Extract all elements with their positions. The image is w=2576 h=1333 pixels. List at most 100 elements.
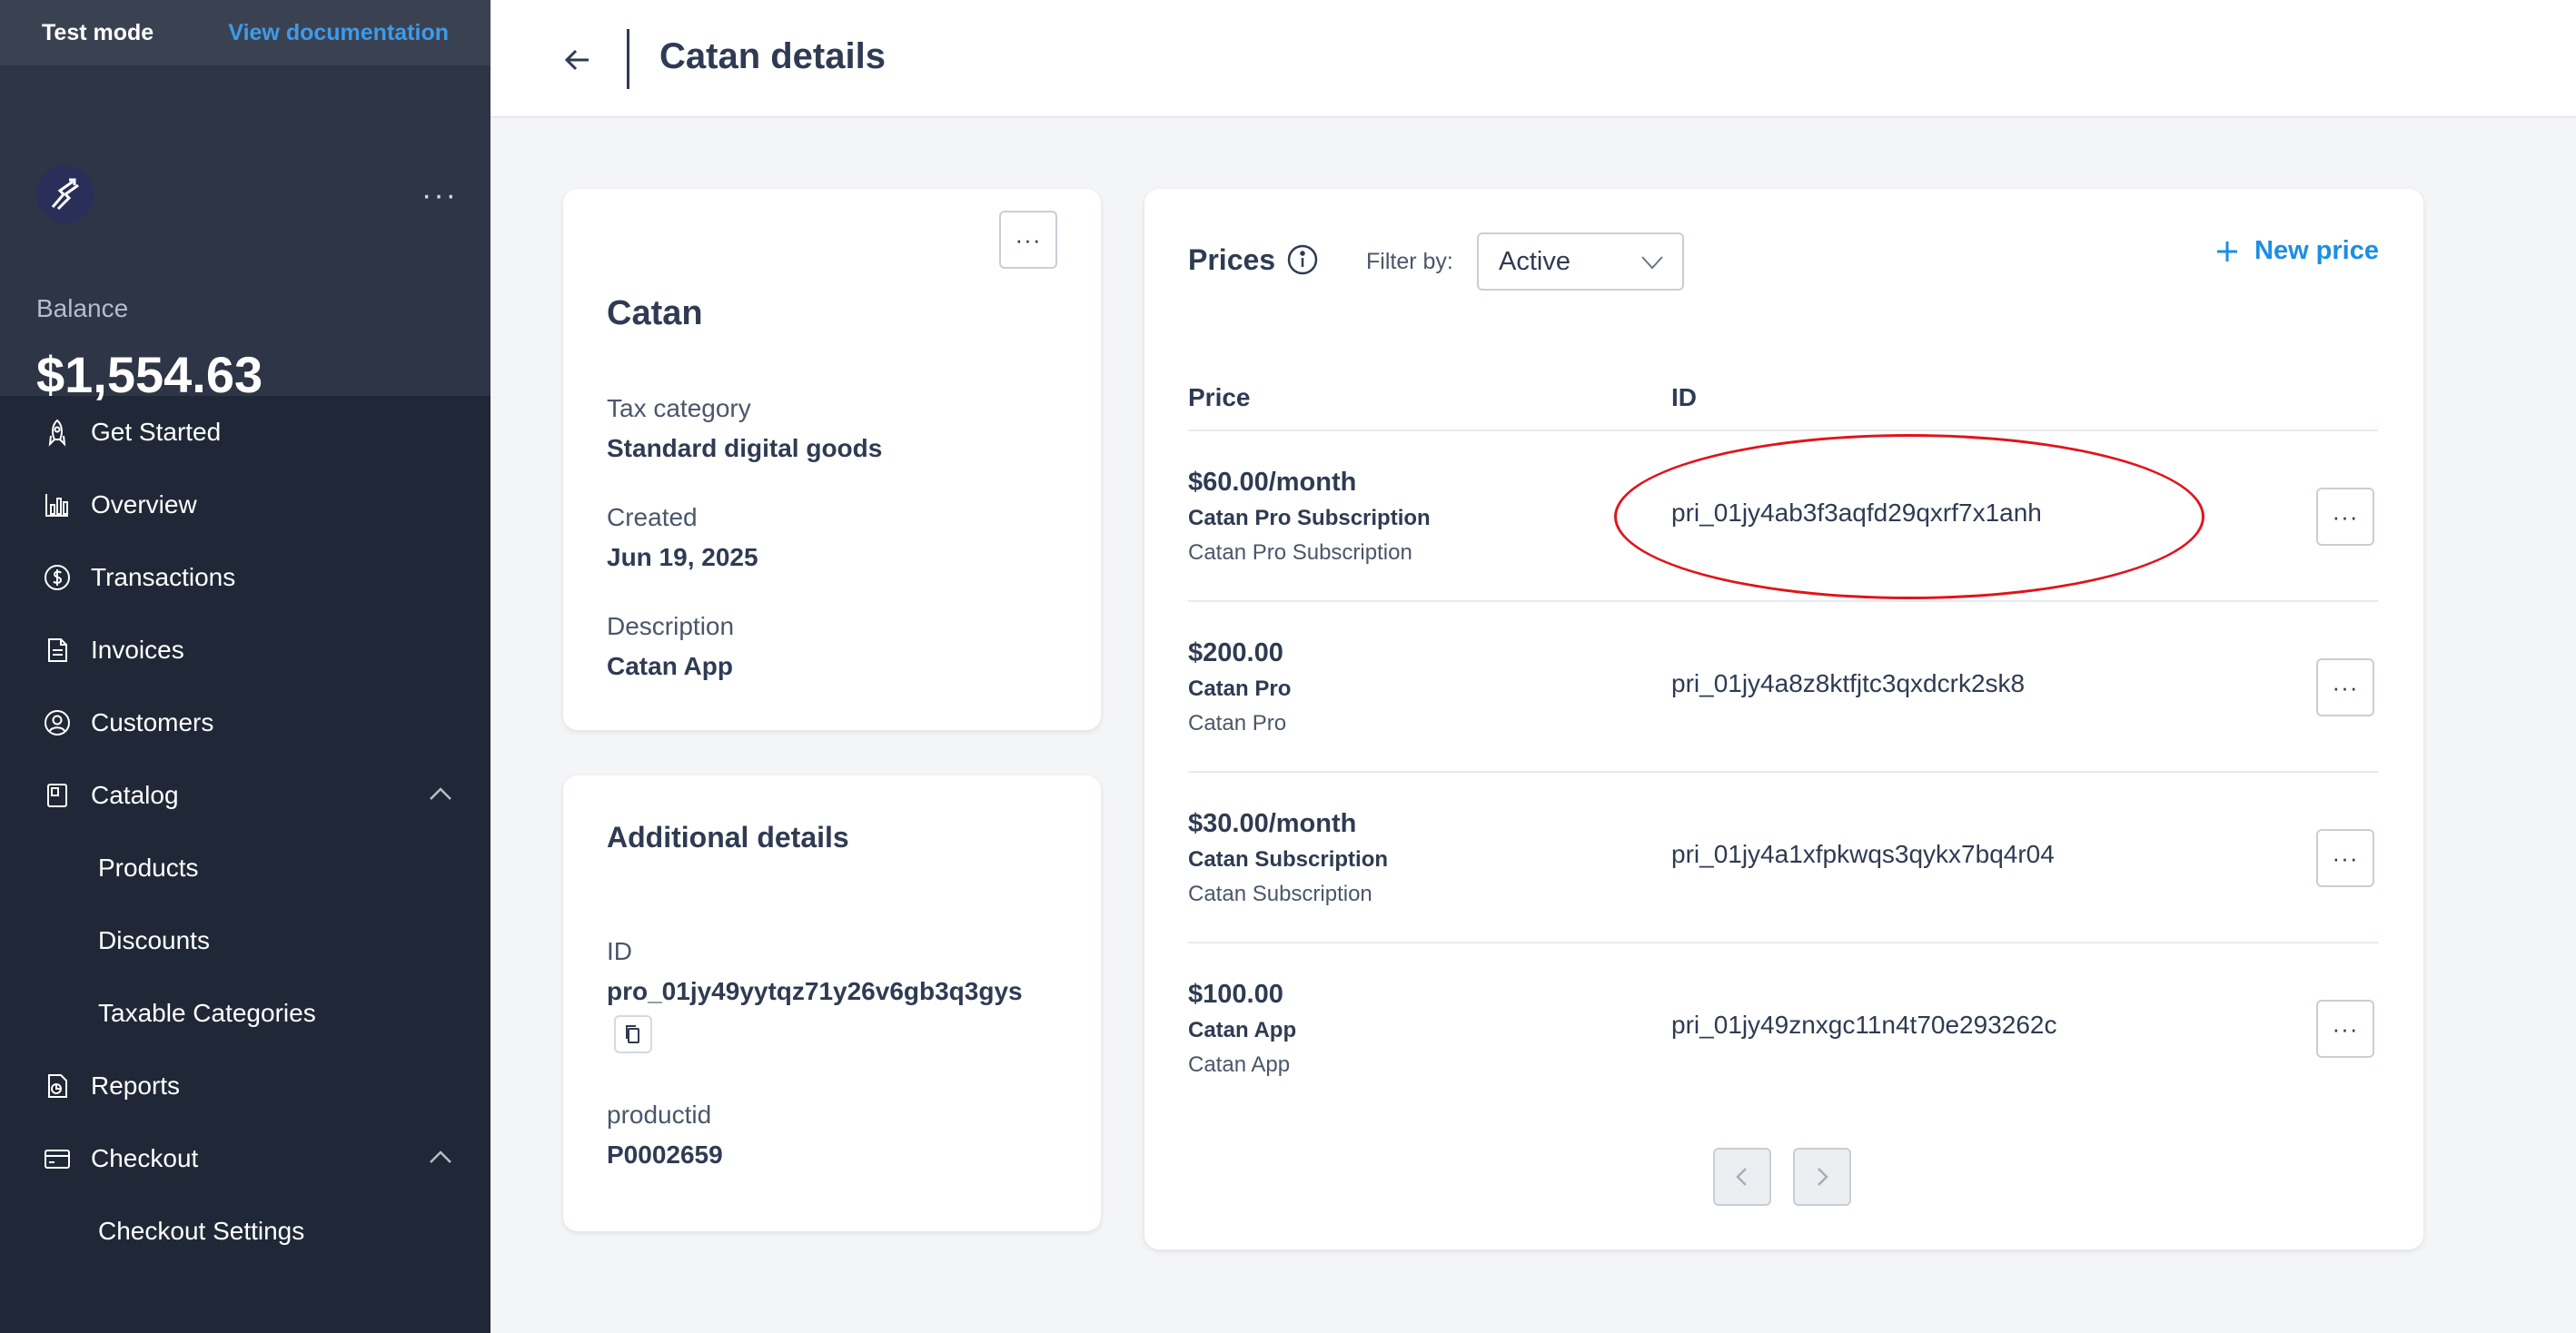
price-amount: $200.00	[1188, 638, 1283, 667]
sidebar-item-products[interactable]: Products	[0, 832, 490, 904]
new-price-button[interactable]: New price	[2214, 236, 2379, 266]
sidebar-item-label: Customers	[91, 708, 214, 736]
copy-id-button[interactable]	[614, 1015, 652, 1053]
sidebar-item-discounts[interactable]: Discounts	[0, 904, 490, 977]
description-label: Description	[607, 612, 735, 640]
id-column-header: ID	[1671, 383, 1697, 411]
product-name: Catan	[607, 294, 703, 332]
user-circle-icon	[42, 707, 73, 738]
sidebar-item-reports[interactable]: Reports	[0, 1050, 490, 1122]
price-description: Catan App	[1188, 1052, 1291, 1077]
rocket-icon	[42, 417, 73, 448]
sidebar-item-label: Get Started	[91, 418, 222, 446]
price-more-button[interactable]: ···	[2316, 488, 2374, 546]
next-page-button[interactable]	[1793, 1148, 1851, 1206]
account-menu-button[interactable]: ···	[421, 178, 458, 213]
price-more-button[interactable]: ···	[2316, 1000, 2374, 1058]
price-amount: $100.00	[1188, 980, 1283, 1009]
additional-details-title: Additional details	[607, 821, 849, 854]
catalog-icon	[42, 780, 73, 811]
report-icon	[42, 1071, 73, 1101]
prices-card: Prices Filter by: Active New price Price…	[1144, 189, 2423, 1249]
sidebar-item-checkout-settings[interactable]: Checkout Settings	[0, 1195, 490, 1268]
page-header: Catan details	[490, 0, 2576, 118]
sidebar-item-label: Invoices	[91, 636, 184, 664]
sidebar-item-label: Overview	[91, 490, 197, 518]
account-panel: ··· Balance $1,554.63	[0, 65, 490, 403]
price-name: Catan Pro Subscription	[1188, 506, 1431, 530]
status-filter-select[interactable]: Active	[1477, 232, 1684, 291]
chevron-up-icon[interactable]	[427, 781, 454, 808]
product-id-value: pro_01jy49yytqz71y26v6gb3q3gys	[607, 977, 1023, 1005]
status-filter-value: Active	[1499, 246, 1570, 276]
price-name: Catan Pro	[1188, 676, 1292, 701]
table-row: $100.00 Catan App Catan App pri_01jy49zn…	[1188, 943, 2378, 1114]
back-arrow-icon[interactable]	[560, 42, 596, 78]
product-card: ··· Catan Tax category Standard digital …	[563, 189, 1101, 730]
custom-data-label: productid	[607, 1101, 712, 1129]
price-amount: $60.00/month	[1188, 468, 1357, 497]
price-id: pri_01jy49znxgc11n4t70e293262c	[1671, 1011, 2057, 1039]
test-mode-label: Test mode	[42, 19, 154, 45]
created-value: Jun 19, 2025	[607, 543, 758, 571]
bar-chart-icon	[42, 489, 73, 520]
table-row: $60.00/month Catan Pro Subscription Cata…	[1188, 431, 2378, 602]
filter-label: Filter by:	[1366, 249, 1453, 274]
price-amount: $30.00/month	[1188, 809, 1357, 838]
dollar-circle-icon	[42, 562, 73, 593]
copy-icon	[626, 1025, 639, 1043]
product-id-label: ID	[607, 937, 632, 965]
product-more-button[interactable]: ···	[999, 211, 1057, 269]
document-icon	[42, 635, 73, 666]
sidebar-item-overview[interactable]: Overview	[0, 469, 490, 541]
price-id: pri_01jy4ab3f3aqfd29qxrf7x1anh	[1671, 499, 2042, 527]
header-divider	[627, 29, 629, 89]
sidebar: Test mode View documentation ··· Balance…	[0, 0, 490, 1333]
page-title: Catan details	[659, 36, 886, 76]
sidebar-item-transactions[interactable]: Transactions	[0, 541, 490, 614]
created-label: Created	[607, 503, 698, 531]
balance-label: Balance	[36, 294, 129, 322]
price-name: Catan Subscription	[1188, 847, 1389, 872]
info-icon[interactable]	[1286, 243, 1319, 276]
sidebar-nav: Get Started Overview Transactions Invoic…	[0, 396, 490, 1268]
sidebar-item-checkout[interactable]: Checkout	[0, 1122, 490, 1195]
previous-page-button[interactable]	[1713, 1148, 1771, 1206]
price-description: Catan Pro	[1188, 711, 1287, 736]
chevron-up-icon[interactable]	[427, 1144, 454, 1171]
description-value: Catan App	[607, 652, 733, 680]
custom-data-value: P0002659	[607, 1140, 723, 1169]
chevron-left-icon	[1736, 1168, 1747, 1186]
sidebar-item-label: Transactions	[91, 563, 236, 591]
credit-card-icon	[42, 1143, 73, 1174]
sidebar-item-get-started[interactable]: Get Started	[0, 396, 490, 469]
table-row: $200.00 Catan Pro Catan Pro pri_01jy4a8z…	[1188, 602, 2378, 773]
price-id: pri_01jy4a8z8ktfjtc3qxdcrk2sk8	[1671, 669, 2026, 697]
tax-category-label: Tax category	[607, 394, 751, 422]
sidebar-item-label: Catalog	[91, 781, 179, 809]
chevron-right-icon	[1818, 1168, 1828, 1186]
chevron-down-icon	[1641, 256, 1663, 270]
price-id: pri_01jy4a1xfpkwqs3qykx7bq4r04	[1671, 840, 2055, 868]
sidebar-item-catalog[interactable]: Catalog	[0, 759, 490, 832]
tax-category-value: Standard digital goods	[607, 434, 883, 462]
additional-details-card: Additional details ID pro_01jy49yytqz71y…	[563, 775, 1101, 1231]
new-price-label: New price	[2254, 236, 2379, 265]
price-more-button[interactable]: ···	[2316, 658, 2374, 716]
test-mode-bar: Test mode View documentation	[0, 0, 490, 65]
sidebar-item-invoices[interactable]: Invoices	[0, 614, 490, 686]
sidebar-item-label: Reports	[91, 1071, 181, 1100]
view-documentation-link[interactable]: View documentation	[228, 20, 449, 46]
sidebar-item-label: Checkout	[91, 1144, 199, 1172]
sidebar-item-taxable-categories[interactable]: Taxable Categories	[0, 977, 490, 1050]
price-more-button[interactable]: ···	[2316, 829, 2374, 887]
table-row: $30.00/month Catan Subscription Catan Su…	[1188, 773, 2378, 943]
price-description: Catan Pro Subscription	[1188, 540, 1412, 565]
sidebar-item-customers[interactable]: Customers	[0, 686, 490, 759]
price-name: Catan App	[1188, 1018, 1297, 1042]
logo-icon	[36, 165, 94, 223]
price-column-header: Price	[1188, 383, 1251, 411]
plus-icon	[2217, 241, 2237, 262]
price-description: Catan Subscription	[1188, 882, 1372, 906]
prices-title: Prices	[1188, 243, 1276, 276]
